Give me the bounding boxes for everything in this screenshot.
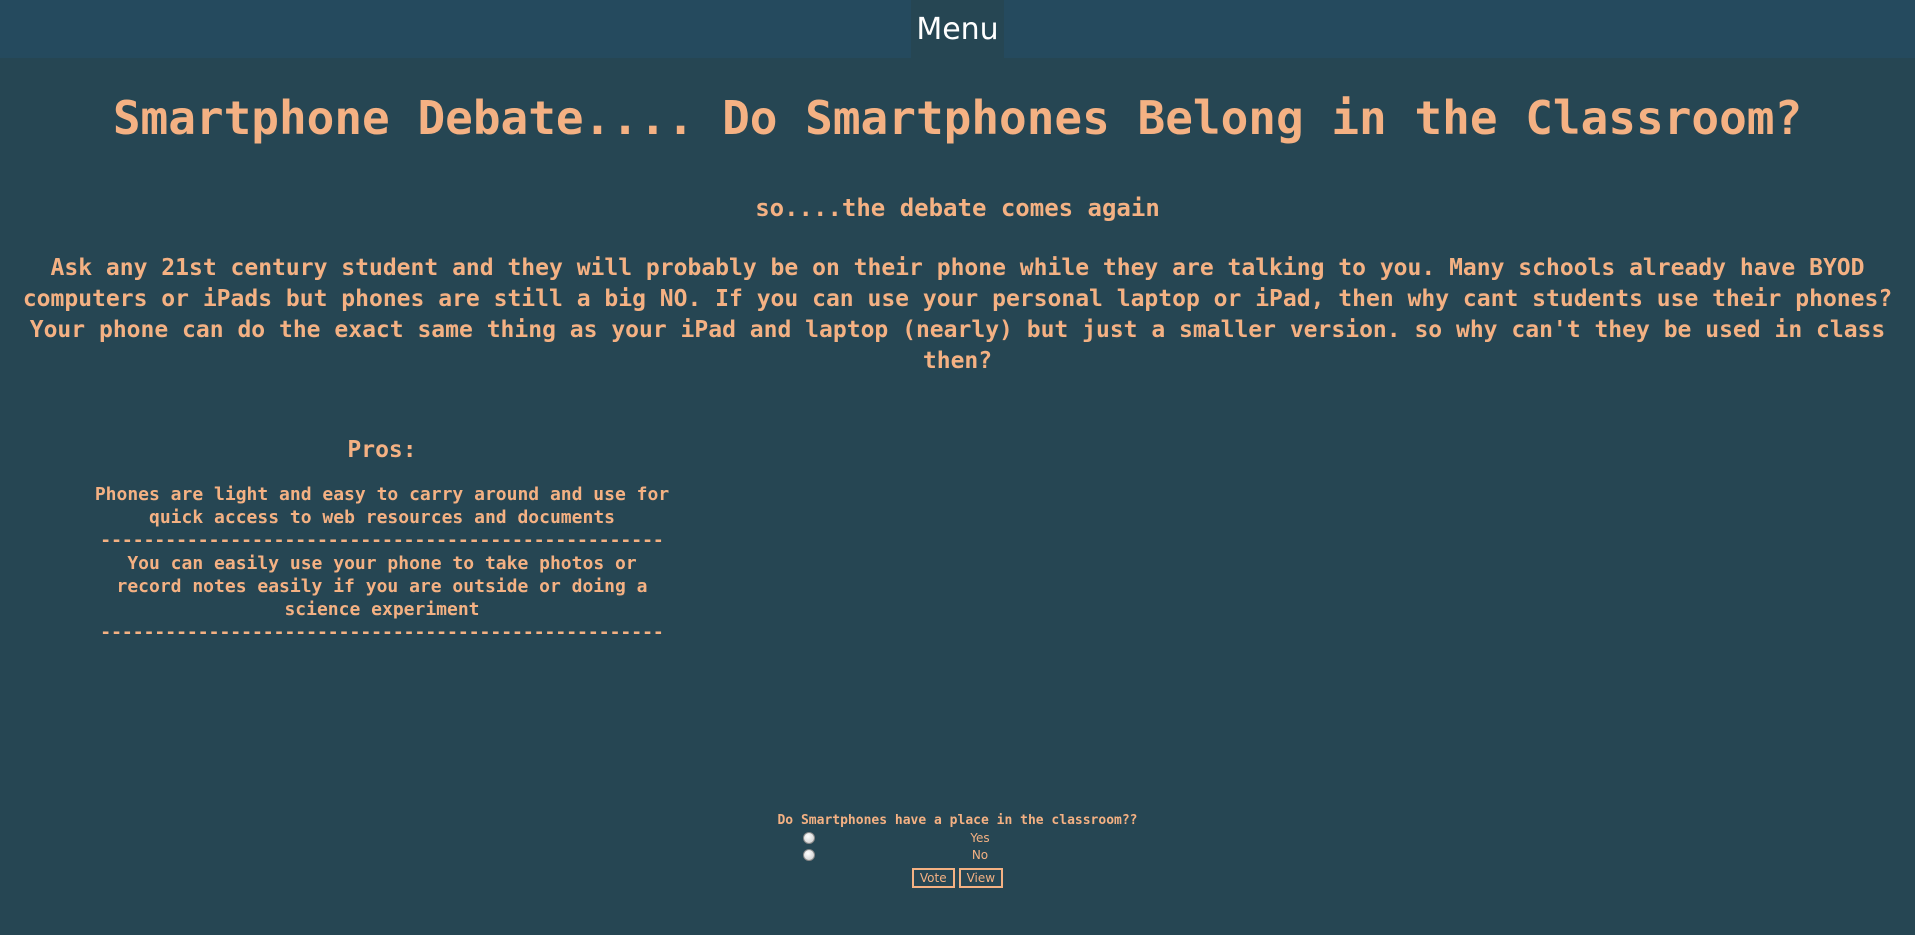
view-results-button[interactable]: View [958, 868, 1004, 888]
poll-buttons: Vote View [700, 868, 1215, 888]
page-title: Smartphone Debate.... Do Smartphones Bel… [112, 91, 1803, 145]
pro-separator: ----------------------------------------… [100, 530, 664, 551]
pro-item: Phones are light and easy to carry aroun… [94, 484, 670, 528]
poll-widget: Do Smartphones have a place in the class… [700, 812, 1215, 888]
page-subtitle: so....the debate comes again [755, 194, 1160, 222]
menu-button[interactable]: Menu [911, 0, 1004, 58]
pros-list: Phones are light and easy to carry aroun… [82, 483, 682, 644]
vote-button[interactable]: Vote [911, 868, 955, 888]
pros-heading: Pros: [347, 437, 417, 463]
poll-option-yes[interactable]: Yes [700, 830, 1215, 847]
no-label[interactable]: No [940, 848, 1020, 862]
poll-option-no[interactable]: No [700, 847, 1215, 864]
yes-radio[interactable] [803, 832, 815, 844]
poll-question: Do Smartphones have a place in the class… [777, 813, 1138, 828]
top-nav-bar: Menu [0, 0, 1915, 58]
intro-paragraph: Ask any 21st century student and they wi… [22, 255, 1893, 374]
yes-label[interactable]: Yes [940, 831, 1020, 845]
no-radio[interactable] [803, 849, 815, 861]
pro-item: You can easily use your phone to take ph… [116, 553, 648, 620]
pro-separator: ----------------------------------------… [100, 622, 664, 643]
